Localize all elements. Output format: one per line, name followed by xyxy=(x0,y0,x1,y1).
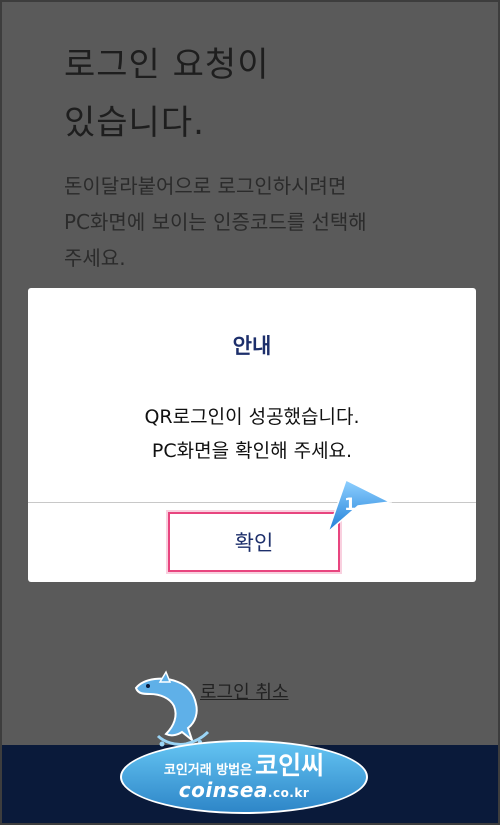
title-line: 있습니다. xyxy=(64,103,205,143)
description-line: 주세요. xyxy=(64,246,126,270)
description-line: 돈이달라붙어으로 로그인하시려면 xyxy=(64,174,347,198)
page-description: 돈이달라붙어으로 로그인하시려면 PC화면에 보이는 인증코드를 선택해 주세요… xyxy=(64,168,367,276)
logo-tagline: 코인거래 방법은 xyxy=(163,763,253,778)
login-cancel-link[interactable]: 로그인 취소 xyxy=(200,678,289,704)
watermark-logo: 코인거래 방법은 코인씨 coinsea.co.kr xyxy=(120,740,368,814)
page-title: 로그인 요청이 있습니다. xyxy=(64,36,270,152)
dialog-message-line: QR로그인이 성공했습니다. xyxy=(144,406,360,428)
step-number: 1 xyxy=(344,495,356,515)
logo-brand: 코인씨 xyxy=(255,751,325,780)
alert-dialog: 안내 QR로그인이 성공했습니다. PC화면을 확인해 주세요. 확인 xyxy=(28,288,476,582)
logo-tagline-row: 코인거래 방법은 코인씨 xyxy=(120,746,368,782)
step-marker: 1 xyxy=(326,478,392,534)
dialog-message-line: PC화면을 확인해 주세요. xyxy=(151,440,353,462)
description-line: PC화면에 보이는 인증코드를 선택해 xyxy=(64,210,367,234)
dialog-message: QR로그인이 성공했습니다. PC화면을 확인해 주세요. xyxy=(28,400,476,468)
dialog-divider xyxy=(28,502,476,503)
logo-site-row: coinsea.co.kr xyxy=(120,778,368,802)
logo-site-tld: .co.kr xyxy=(267,786,310,800)
dialog-title: 안내 xyxy=(232,334,272,358)
title-line: 로그인 요청이 xyxy=(64,45,270,85)
screen: 로그인 요청이 있습니다. 돈이달라붙어으로 로그인하시려면 PC화면에 보이는… xyxy=(0,0,500,825)
logo-site-name: coinsea xyxy=(178,778,268,802)
pointer-arrow-icon xyxy=(326,478,392,534)
confirm-button[interactable]: 확인 xyxy=(168,512,340,572)
dolphin-icon xyxy=(134,670,210,747)
